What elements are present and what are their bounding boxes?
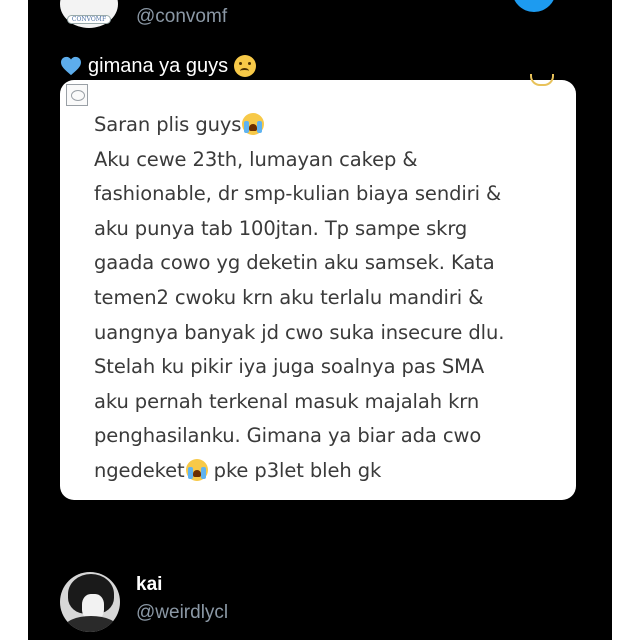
sad-face-emoji-icon bbox=[234, 55, 257, 77]
avatar-label: CONVOMF bbox=[66, 15, 112, 24]
top-user-avatar[interactable]: CONVOMF bbox=[60, 0, 118, 28]
message-line: Aku cewe 23th, lumayan cakep & bbox=[94, 147, 418, 171]
image-placeholder-icon bbox=[66, 84, 88, 106]
caption-text: gimana ya guys bbox=[88, 54, 229, 77]
quoted-message-card: Saran plis guys Aku cewe 23th, lumayan c… bbox=[60, 74, 576, 500]
tweet-container: CONVOMF @convomf gimana ya guys Saran pl… bbox=[28, 0, 612, 640]
tweet-caption: gimana ya guys bbox=[60, 52, 257, 80]
message-body: Saran plis guys Aku cewe 23th, lumayan c… bbox=[94, 108, 564, 489]
blue-heart-icon bbox=[61, 56, 81, 76]
message-line: ngedeket pke p3let bleh gk bbox=[94, 458, 382, 482]
message-line: penghasilanku. Gimana ya biar ada cwo bbox=[94, 424, 482, 448]
crying-face-emoji-icon bbox=[185, 458, 208, 481]
message-line: Stelah ku pikir iya juga soalnya pas SMA bbox=[94, 355, 485, 379]
message-line: fashionable, dr smp-kulian biaya sendiri… bbox=[94, 182, 502, 206]
reply-user-handle[interactable]: @weirdlycl bbox=[136, 602, 228, 624]
top-user-handle[interactable]: @convomf bbox=[136, 6, 227, 28]
message-line: uangnya banyak jd cwo suka insecure dlu. bbox=[94, 320, 505, 344]
crying-face-emoji-icon bbox=[242, 113, 265, 135]
twitter-bird-icon bbox=[512, 0, 556, 12]
message-line: aku pernah terkenal masuk majalah krn bbox=[94, 389, 480, 413]
message-line: Saran plis guys bbox=[94, 108, 564, 143]
reply-user-display-name[interactable]: kai bbox=[136, 574, 162, 596]
emoji-fragment-icon bbox=[530, 74, 554, 86]
message-line: gaada cowo yg deketin aku samsek. Kata bbox=[94, 251, 495, 275]
message-line: temen2 cwoku krn aku terlalu mandiri & bbox=[94, 285, 484, 309]
message-line: aku punya tab 100jtan. Tp sampe skrg bbox=[94, 216, 468, 240]
reply-user-avatar[interactable] bbox=[60, 572, 120, 632]
avatar-shoulder bbox=[64, 616, 118, 632]
